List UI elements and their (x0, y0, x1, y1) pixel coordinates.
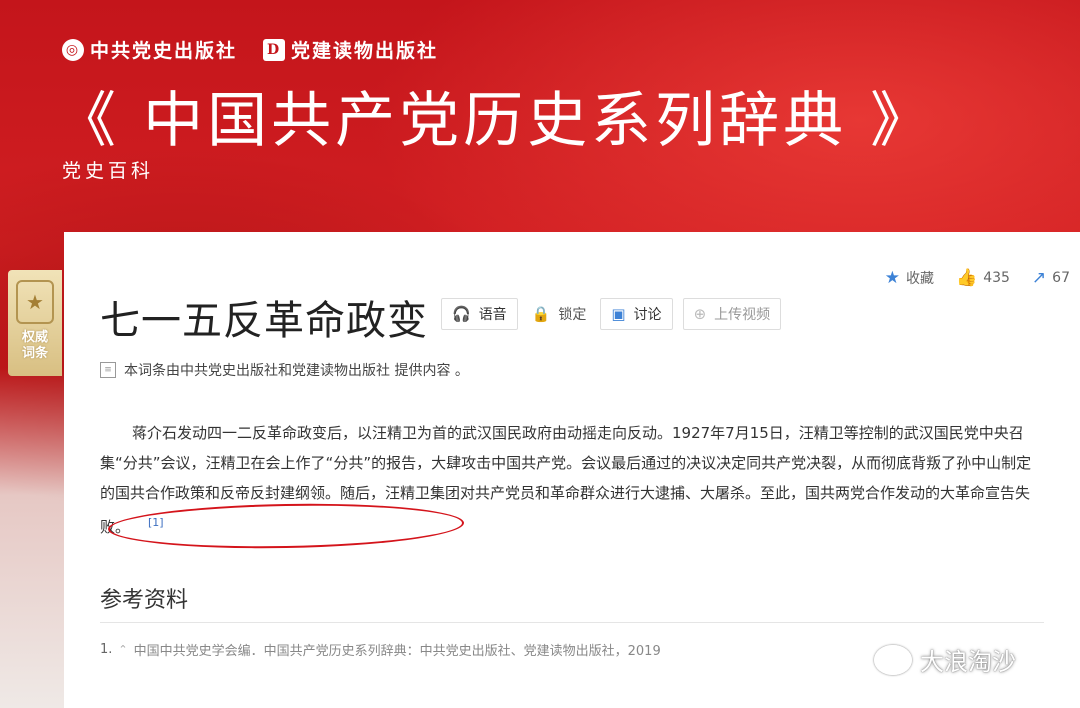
authority-badge-label: 权威词条 (21, 330, 48, 361)
favorite-label: 收藏 (906, 271, 935, 287)
star-icon: ★ (884, 268, 901, 288)
thumbs-up-icon: 👍 (956, 268, 978, 288)
watermark-text: 大浪淘沙 (920, 648, 1016, 676)
source-note: ≡ 本词条由中共党史出版社和党建读物出版社 提供内容 。 (100, 360, 469, 380)
party-building-logo-icon: D (263, 38, 286, 61)
favorite-button[interactable]: ★ 收藏 (885, 268, 934, 288)
entry-paragraph: 蒋介石发动四一二反革命政变后，以汪精卫为首的武汉国民政府由动摇走向反动。1927… (100, 418, 1040, 542)
publisher-2[interactable]: D 党建读物出版社 (263, 36, 438, 63)
banner-title: 《 中国共产党历史系列辞典 》 (56, 86, 935, 156)
discuss-label: 讨论 (633, 307, 662, 323)
banner-subtitle: 党史百科 (62, 160, 155, 182)
medal-icon: ★ (16, 280, 54, 324)
publisher-name: 党建读物出版社 (291, 40, 439, 62)
authority-badge[interactable]: ★ 权威词条 (8, 270, 62, 376)
entry-toolbar: 🎧 语音 🔒 锁定 ▣ 讨论 ⊕ 上传视频 (441, 298, 782, 330)
lock-button[interactable]: 🔒 锁定 (527, 298, 591, 330)
document-icon: ≡ (100, 362, 116, 378)
lock-icon: 🔒 (531, 305, 551, 323)
reference-number: 1. (100, 642, 113, 657)
source-text: 本词条由中共党史出版社和党建读物出版社 提供内容 。 (124, 363, 469, 379)
headphones-icon: 🎧 (452, 305, 471, 323)
publisher-1[interactable]: ◎ 中共党史出版社 (62, 36, 237, 63)
entry-card: ★ 收藏 👍 435 ↗ 67 七一五反革命政变 🎧 语音 🔒 锁定 ▣ 讨论 … (64, 232, 1080, 708)
discuss-button[interactable]: ▣ 讨论 (600, 298, 673, 330)
entry-actions: ★ 收藏 👍 435 ↗ 67 (885, 268, 1070, 288)
reference-text: 中国中共党史学会编．中国共产党历史系列辞典：中共党史出版社、党建读物出版社，20… (133, 644, 661, 659)
references-heading: 参考资料 (100, 588, 189, 613)
reference-item[interactable]: 1. ⌃ 中国中共党史学会编．中国共产党历史系列辞典：中共党史出版社、党建读物出… (100, 640, 661, 659)
lock-label: 锁定 (558, 307, 587, 323)
upload-video-button[interactable]: ⊕ 上传视频 (682, 298, 782, 330)
party-history-logo-icon: ◎ (62, 38, 84, 61)
upload-video-label: 上传视频 (714, 307, 771, 323)
wechat-icon (874, 644, 912, 675)
voice-label: 语音 (478, 307, 507, 323)
reference-link[interactable]: [1] (148, 516, 164, 529)
page-title: 七一五反革命政变 (100, 298, 428, 344)
like-count: 435 (983, 270, 1010, 286)
paragraph-text: 蒋介石发动四一二反革命政变后，以汪精卫为首的武汉国民政府由动摇走向反动。1927… (100, 424, 1032, 536)
share-icon: ↗ (1031, 268, 1047, 288)
publisher-logos: ◎ 中共党史出版社 D 党建读物出版社 (62, 36, 438, 63)
chat-icon: ▣ (611, 305, 626, 323)
watermark: 大浪淘沙 (874, 642, 1016, 677)
publisher-name: 中共党史出版社 (90, 40, 238, 62)
share-count: 67 (1052, 270, 1070, 286)
voice-button[interactable]: 🎧 语音 (441, 298, 518, 330)
caret-up-icon[interactable]: ⌃ (118, 643, 127, 656)
share-button[interactable]: ↗ 67 (1032, 268, 1070, 288)
like-button[interactable]: 👍 435 (956, 268, 1010, 288)
divider (100, 622, 1044, 623)
plus-circle-icon: ⊕ (693, 305, 707, 323)
